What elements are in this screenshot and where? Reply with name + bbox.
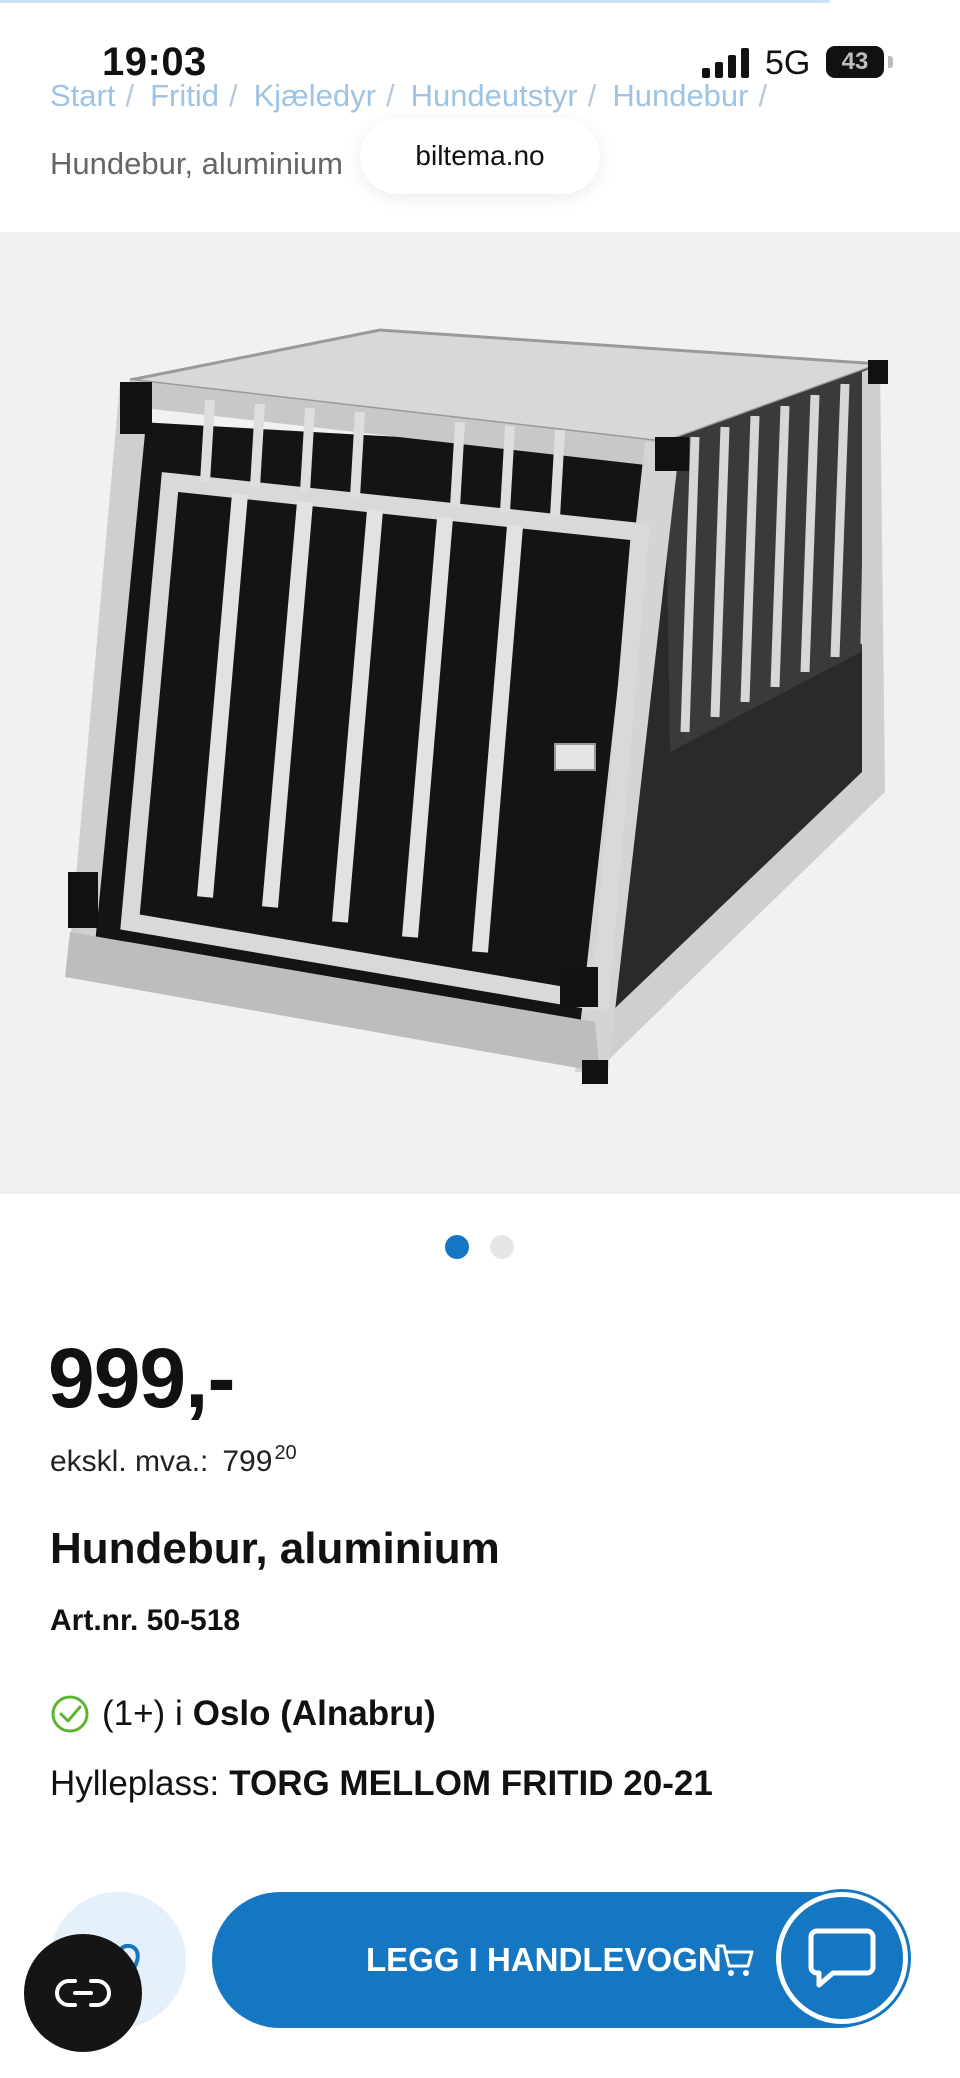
chat-button[interactable] <box>776 1892 908 2024</box>
shelf-value: TORG MELLOM FRITID 20-21 <box>229 1764 713 1803</box>
signal-strength-icon <box>702 48 750 78</box>
network-type: 5G <box>765 44 811 82</box>
stock-status: (1+) i Oslo (Alnabru) <box>50 1694 436 1734</box>
chat-icon <box>808 1928 876 1988</box>
product-image <box>65 328 888 1084</box>
status-bar: 19:03 5G 43 <box>0 30 960 100</box>
product-price: 999,- <box>48 1331 235 1425</box>
breadcrumb-current: Hundebur, aluminium <box>50 146 343 181</box>
cookie-consent-button[interactable] <box>24 1934 142 2052</box>
article-number: Art.nr. 50-518 <box>50 1604 241 1637</box>
price-ex-vat: ekskl. mva.: 799 20 <box>50 1442 297 1479</box>
top-progress-indicator <box>0 0 960 8</box>
store-location-link[interactable]: Oslo (Alnabru) <box>193 1694 436 1734</box>
product-image-gallery[interactable] <box>0 232 960 1194</box>
ex-vat-value: 799 <box>222 1445 273 1478</box>
shelf-label: Hylleplass: <box>50 1764 220 1803</box>
cart-icon <box>716 1944 754 1976</box>
shelf-location: Hylleplass: TORG MELLOM FRITID 20-21 <box>50 1764 713 1804</box>
ex-vat-label: ekskl. mva.: <box>50 1445 209 1478</box>
address-bar-url[interactable]: biltema.no <box>360 118 600 194</box>
product-title: Hundebur, aluminium <box>50 1524 500 1573</box>
ex-vat-decimals: 20 <box>274 1442 297 1464</box>
gallery-dot-1[interactable] <box>445 1235 469 1259</box>
add-to-cart-label: LEGG I HANDLEVOGN <box>366 1941 722 1978</box>
cookie-consent-icon <box>55 1979 111 2007</box>
battery-tip <box>888 56 893 68</box>
stock-count: (1+) i <box>102 1694 183 1733</box>
progress-bar-fill <box>0 0 830 3</box>
status-time: 19:03 <box>102 40 207 84</box>
battery-icon: 43 <box>826 46 884 78</box>
gallery-dot-2[interactable] <box>490 1235 514 1259</box>
check-circle-icon <box>51 1695 89 1733</box>
gallery-pagination <box>0 1235 960 1259</box>
